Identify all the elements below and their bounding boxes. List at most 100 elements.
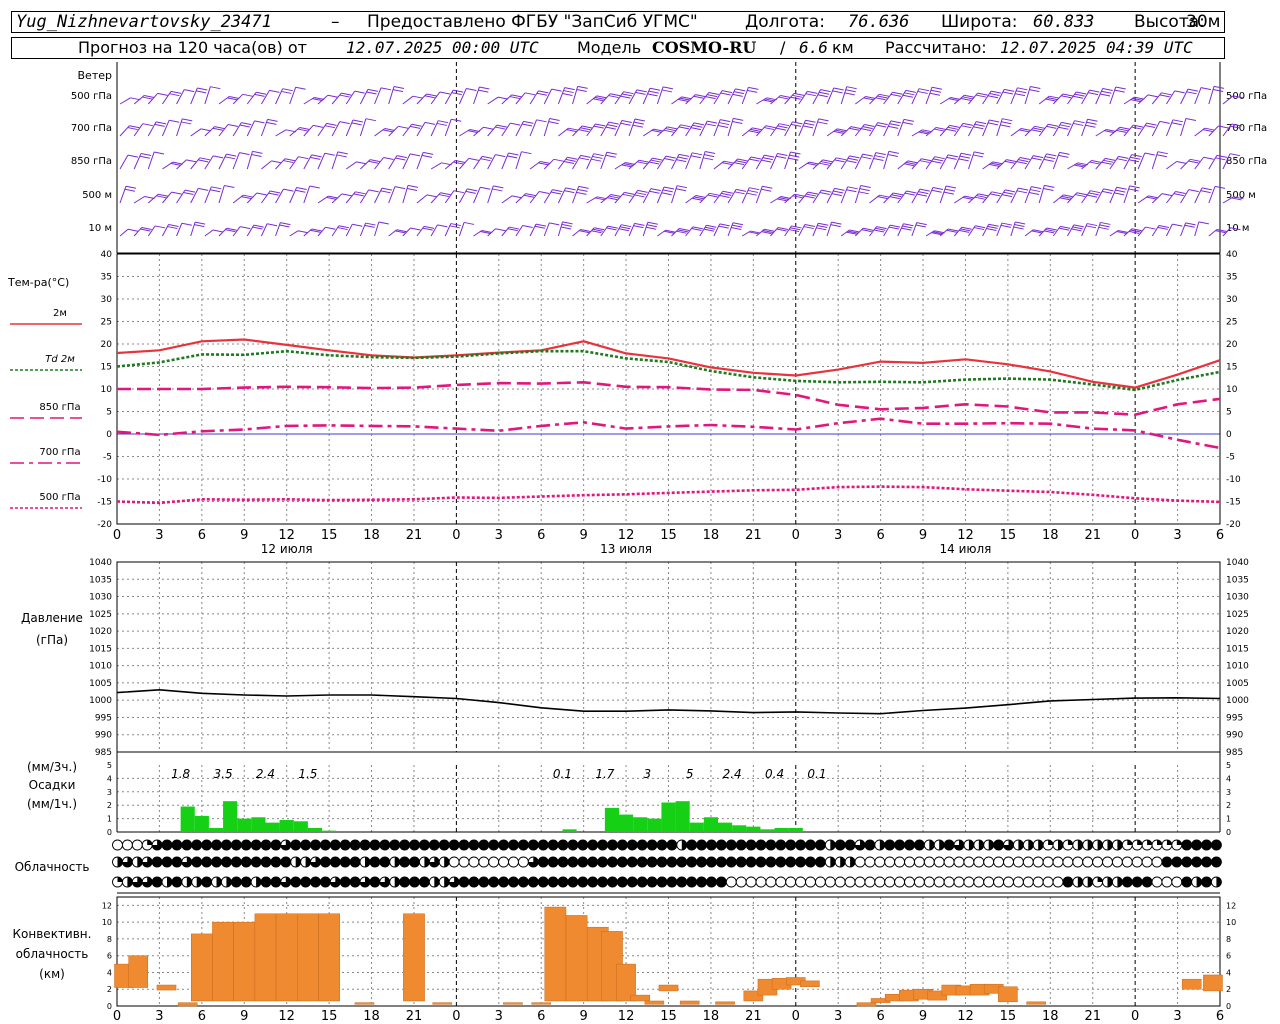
wind-barb-feather (392, 89, 404, 93)
pres-ytick-left: 995 (95, 713, 112, 723)
wind-barb-feather (1031, 129, 1042, 133)
cloud-symbol (676, 856, 688, 868)
wind-barb-feather (864, 124, 875, 128)
conv-ytick-left: 10 (102, 918, 112, 927)
cloud-symbol (775, 856, 787, 868)
wind-barb-feather (196, 90, 207, 94)
cloud-symbol (785, 856, 797, 868)
cloud-symbol (151, 876, 163, 888)
wind-barb-feather (535, 223, 547, 227)
precip-bar (265, 822, 280, 832)
wind-barb-feather (961, 125, 972, 129)
wind-barb-feather (708, 92, 719, 96)
cloud-symbol (656, 876, 668, 888)
wind-barb (204, 155, 214, 170)
cloud-symbol (755, 856, 767, 868)
wind-barb-feather (804, 122, 815, 126)
wind-barb-feather (735, 88, 746, 92)
wind-barb (345, 119, 354, 137)
cloud-symbol (369, 856, 381, 868)
wind-barb-feather (426, 93, 437, 97)
wind-barb-feather (1014, 224, 1025, 228)
cloud-symbol (814, 839, 826, 851)
cloud-symbol (626, 839, 638, 851)
wind-barb-feather (960, 97, 971, 101)
wind-barb-feather (1172, 223, 1183, 227)
wind-barb-feather (324, 152, 335, 156)
wind-barb-feather (200, 128, 212, 132)
wind-barb-feather (665, 128, 676, 132)
wind-barb-feather (662, 86, 674, 90)
precip-bar (293, 821, 308, 832)
precip-bar (604, 807, 620, 832)
wind-barb-feather (929, 92, 940, 96)
wind-barb-feather (861, 156, 872, 160)
wind-barb-feather (960, 152, 972, 156)
wind-barb-feather (281, 90, 292, 94)
hour-tick-label-bottom: 0 (452, 1009, 460, 1024)
wind-barb-feather (352, 119, 363, 123)
wind-barb-feather (693, 95, 704, 99)
cloud-symbol (230, 876, 242, 888)
hour-tick-label-bottom: 9 (580, 1009, 588, 1024)
wind-barb-feather (833, 190, 844, 194)
hour-tick-label-bottom: 3 (834, 1009, 842, 1024)
wind-barb-feather (958, 158, 969, 162)
temp-ytick-right: 25 (1226, 318, 1237, 328)
cloud-symbol (854, 876, 866, 888)
cloud-symbol (488, 876, 500, 888)
hour-tick-label: 21 (406, 528, 423, 543)
pres-ytick-right: 985 (1226, 748, 1243, 758)
temp-ytick-left: 35 (101, 273, 112, 283)
wind-barb-feather (522, 123, 533, 127)
cloud-symbol (1171, 876, 1183, 888)
wind-barb-feather (735, 160, 746, 164)
wind-barb-feather (692, 152, 703, 156)
wind-barb-feather (637, 161, 648, 165)
wind-barb-feather (481, 155, 493, 159)
wind-barb-feather (564, 87, 575, 91)
precip-ytick-left: 5 (107, 761, 112, 770)
precip-bar (675, 801, 690, 832)
cloud-symbol (735, 856, 747, 868)
cloud-symbol-fill (1048, 840, 1054, 845)
cloud-symbol (240, 856, 252, 868)
cloud-symbol (517, 856, 529, 868)
wind-barb-feather (621, 224, 632, 228)
wind-barb-feather (973, 126, 984, 130)
cloud-symbol (725, 839, 737, 851)
wind-barb-feather (749, 158, 760, 162)
wind-barb-feather (1086, 225, 1097, 229)
wind-barb-feather (831, 221, 842, 225)
wind-barb-feather (1157, 151, 1168, 155)
wind-barb-feather (931, 86, 943, 90)
cloud-symbol (290, 876, 302, 888)
wind-barb-feather (947, 154, 959, 158)
wind-barb-feather (365, 118, 376, 122)
cloud-symbol-fill (365, 857, 370, 867)
temp-ytick-right: 20 (1226, 340, 1238, 350)
wind-barb-feather (336, 154, 347, 158)
wind-barb-feather (719, 223, 730, 227)
wind-barb-feather (633, 225, 644, 229)
hour-tick-label: 12 (618, 528, 635, 543)
wind-barb (572, 186, 580, 204)
cloud-symbol (260, 856, 272, 868)
wind-barb-feather (493, 185, 504, 189)
wind-barb-feather (819, 191, 830, 195)
wind-barb-feather (791, 225, 802, 229)
cloud-symbol (1181, 856, 1193, 868)
cloud-symbol (280, 856, 292, 868)
hour-tick-label: 0 (792, 528, 800, 543)
conv-cloud-bar (715, 1001, 735, 1005)
cloud-symbol-fill (1196, 877, 1202, 887)
wind-barb (388, 186, 396, 204)
wind-barb-feather (820, 161, 832, 165)
cloud-symbol (933, 876, 945, 888)
conv-cloud-bar (998, 986, 1018, 1003)
wind-barb-feather (383, 157, 394, 161)
wind-barb-feather (709, 192, 720, 196)
wind-barb (1208, 186, 1216, 204)
cloud-symbol-fill (830, 857, 836, 867)
precip-amount-label: 3.5 (214, 767, 233, 781)
